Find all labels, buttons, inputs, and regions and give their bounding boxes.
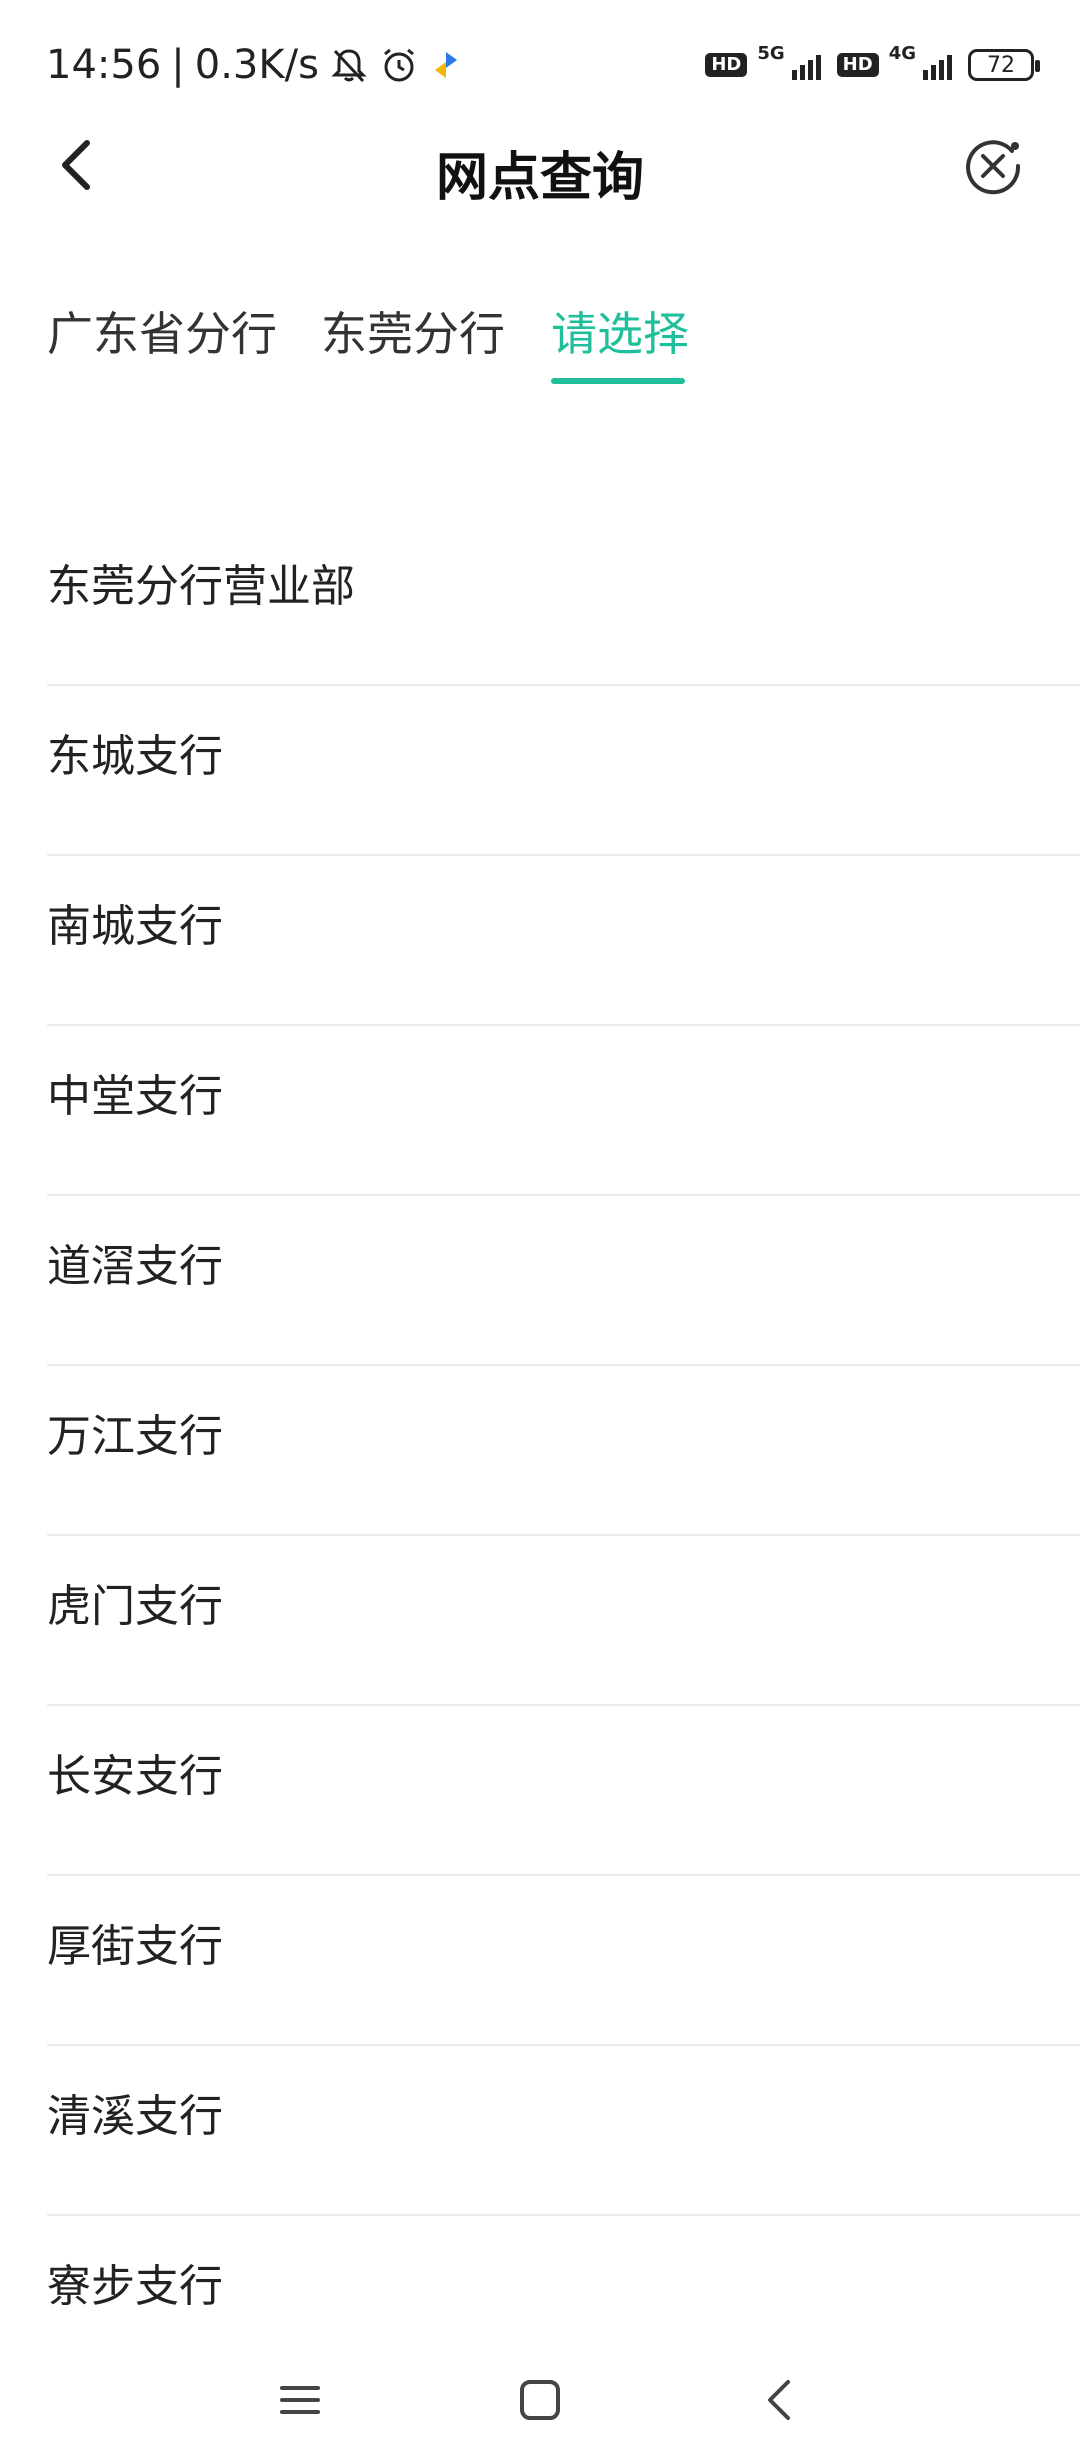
page-title: 网点查询 [435, 148, 644, 208]
battery-icon: 72 [968, 49, 1040, 81]
hd-badge-1: HD [705, 53, 748, 77]
branch-label: 道滘支行 [47, 1241, 223, 1292]
nav-header: 网点查询 [0, 115, 1080, 215]
close-button[interactable] [958, 131, 1028, 201]
status-separator: | [171, 42, 185, 88]
branch-label: 万江支行 [47, 1411, 223, 1462]
app-notification-icon [429, 48, 463, 82]
signal-bars-icon [791, 50, 827, 80]
close-circle-icon [966, 140, 1021, 195]
hd-badge-2: HD [836, 53, 879, 77]
branch-label: 厚街支行 [47, 1921, 223, 1972]
network-5g-label: 5G [757, 42, 785, 64]
alarm-clock-icon [379, 45, 419, 85]
list-item[interactable]: 长安支行 [0, 1706, 1080, 1876]
menu-button[interactable] [260, 2360, 340, 2440]
status-bar: 14:56 | 0.3K/s HD 5G HD 4G 72 [0, 0, 1080, 130]
list-item[interactable]: 虎门支行 [0, 1536, 1080, 1706]
branch-label: 长安支行 [47, 1751, 223, 1802]
status-left: 14:56 | 0.3K/s [46, 42, 463, 88]
list-item[interactable]: 东城支行 [0, 686, 1080, 856]
signal-bars-icon [922, 50, 958, 80]
branch-label: 寮步支行 [47, 2261, 223, 2312]
list-item[interactable]: 厚街支行 [0, 1876, 1080, 2046]
tab-province[interactable]: 广东省分行 [47, 298, 277, 364]
network-4g-label: 4G [888, 42, 916, 64]
branch-label: 中堂支行 [47, 1071, 223, 1122]
list-item[interactable]: 清溪支行 [0, 2046, 1080, 2216]
home-square-icon [520, 2380, 560, 2420]
list-item[interactable]: 道滘支行 [0, 1196, 1080, 1366]
list-item[interactable]: 万江支行 [0, 1366, 1080, 1536]
branch-list: 东莞分行营业部 东城支行 南城支行 中堂支行 道滘支行 万江支行 虎门支行 长安… [0, 516, 1080, 2386]
tab-city[interactable]: 东莞分行 [321, 298, 505, 364]
branch-label: 东莞分行营业部 [47, 561, 355, 612]
tab-select[interactable]: 请选择 [551, 298, 689, 364]
net-speed: 0.3K/s [194, 42, 319, 88]
nav-back-button[interactable] [740, 2360, 820, 2440]
home-button[interactable] [500, 2360, 580, 2440]
branch-label: 虎门支行 [47, 1581, 223, 1632]
status-time: 14:56 [46, 42, 162, 88]
nav-back-icon [768, 2380, 790, 2420]
active-tab-indicator [551, 378, 685, 384]
list-item[interactable]: 南城支行 [0, 856, 1080, 1026]
menu-icon [280, 2386, 320, 2414]
branch-label: 东城支行 [47, 731, 223, 782]
region-tabs: 广东省分行 东莞分行 请选择 [0, 280, 1080, 390]
branch-label: 清溪支行 [47, 2091, 223, 2142]
mute-bell-icon [329, 45, 369, 85]
status-right: HD 5G HD 4G 72 [705, 43, 1040, 81]
branch-label: 南城支行 [47, 901, 223, 952]
list-item[interactable]: 东莞分行营业部 [0, 516, 1080, 686]
list-item[interactable]: 中堂支行 [0, 1026, 1080, 1196]
system-nav-bar [0, 2340, 1080, 2460]
battery-level: 72 [987, 52, 1015, 78]
